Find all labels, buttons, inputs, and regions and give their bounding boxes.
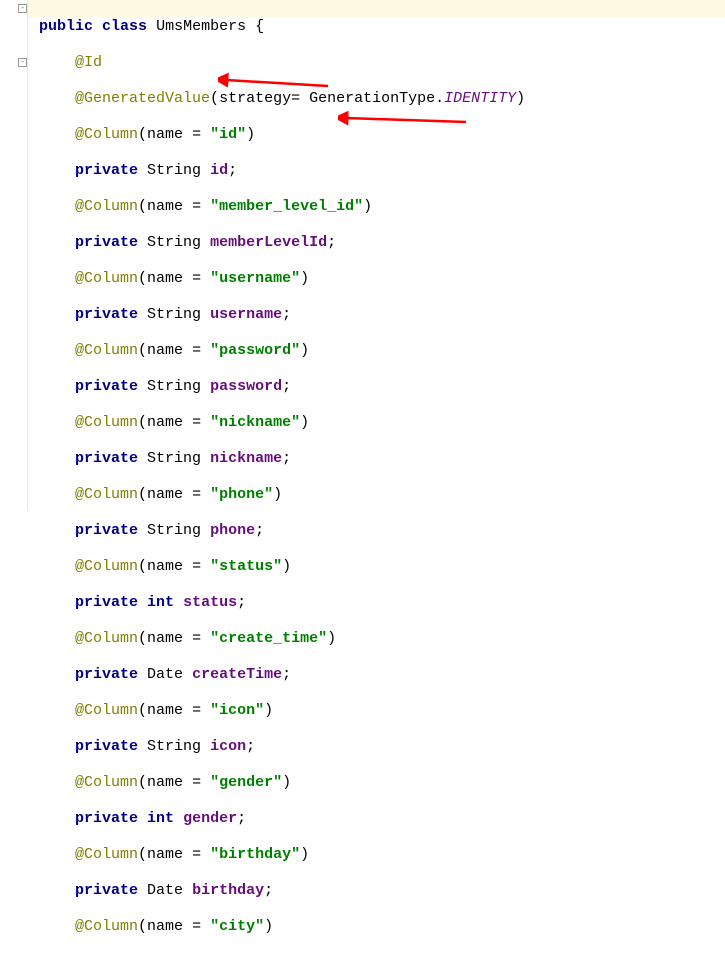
keyword-public: public	[39, 18, 93, 35]
annotation-column: @Column	[75, 126, 138, 143]
field-birthday: birthday	[192, 882, 264, 899]
column-id: "id"	[210, 126, 246, 143]
editor-gutter: - -	[0, 0, 28, 510]
brace-open: {	[255, 18, 264, 35]
field-create-time: createTime	[192, 666, 282, 683]
field-status: status	[183, 594, 237, 611]
field-icon: icon	[210, 738, 246, 755]
field-nickname: nickname	[210, 450, 282, 467]
field-password: password	[210, 378, 282, 395]
annotation-id: @Id	[75, 54, 102, 71]
class-name: UmsMembers	[156, 18, 246, 35]
field-member-level-id: memberLevelId	[210, 234, 327, 251]
enum-identity: IDENTITY	[444, 90, 516, 107]
field-id: id	[210, 162, 228, 179]
annotation-generated-value: @GeneratedValue	[75, 90, 210, 107]
fold-icon[interactable]: -	[18, 4, 27, 13]
field-username: username	[210, 306, 282, 323]
field-phone: phone	[210, 522, 255, 539]
fold-icon[interactable]: -	[18, 58, 27, 67]
code-content[interactable]: public class UmsMembers { @Id @Generated…	[30, 0, 525, 954]
field-gender: gender	[183, 810, 237, 827]
column-member-level-id: "member_level_id"	[210, 198, 363, 215]
keyword-class: class	[102, 18, 147, 35]
